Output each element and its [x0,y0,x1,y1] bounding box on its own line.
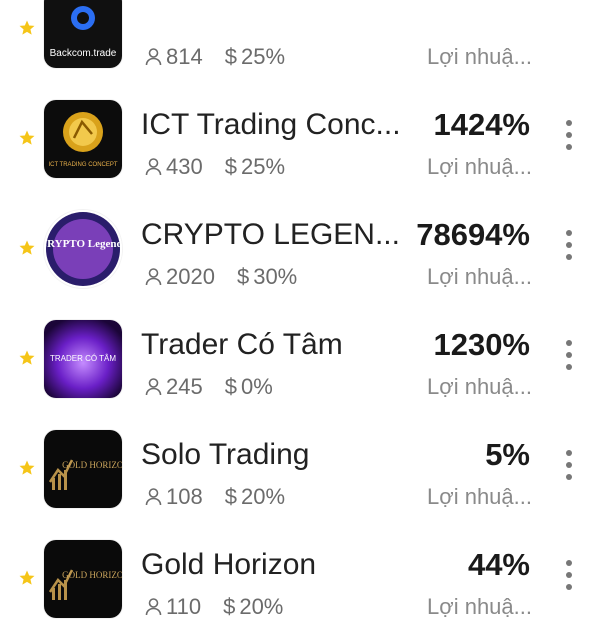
dollar-icon: $ [223,594,236,619]
profit-label: Lợi nhuậ... [427,594,532,619]
star-icon[interactable] [18,569,36,587]
profit-percent: 44% [467,547,530,582]
trader-name[interactable]: Gold Horizon [141,547,411,583]
star-icon[interactable] [18,19,36,37]
fee-percent: 30% [253,264,298,289]
stats: 245 $ 0% [145,374,273,400]
person-icon [145,48,162,66]
list-item[interactable]: ICT TRADING CONCEPT ICT Trading Conc... … [0,70,600,180]
profit-label: Lợi nhuậ... [427,374,532,399]
star-icon[interactable] [18,459,36,477]
stats: 110 $ 20% [145,594,283,620]
fee-percent: 0% [240,374,273,399]
list-item[interactable]: GOLD HORIZON Gold Horizon 44% 110 $ 20% … [0,510,600,620]
profit-label: Lợi nhuậ... [427,44,532,69]
avatar[interactable]: TRADER CÓ TÂM [44,320,122,398]
list-item[interactable]: CRYPTO Legends CRYPTO LEGEN... 78694% 20… [0,180,600,290]
follower-count: 245 [166,374,203,399]
avatar-text: TRADER CÓ TÂM [50,354,116,363]
profit-percent: 1424% [433,107,530,142]
person-icon [145,158,162,176]
avatar[interactable]: CRYPTO Legends [44,210,122,288]
dollar-icon: $ [224,44,237,69]
profit-label: Lợi nhuậ... [427,484,532,509]
dollar-icon: $ [224,484,237,509]
stats: 2020 $ 30% [145,264,297,290]
fee-percent: 20% [239,594,284,619]
follower-count: 108 [166,484,203,509]
person-icon [145,598,162,616]
trader-name[interactable]: ICT Trading Conc... [141,107,411,143]
avatar-text: ICT TRADING CONCEPT [48,162,117,168]
dollar-icon: $ [224,154,237,179]
list-item[interactable]: Backcom.trade 814 $ 25% Lợi nhuậ... [0,0,600,70]
avatar-text: GOLD HORIZON [62,460,122,470]
star-icon[interactable] [18,239,36,257]
trader-list: Backcom.trade 814 $ 25% Lợi nhuậ... ICT … [0,0,600,620]
avatar[interactable]: Backcom.trade [44,0,122,68]
profit-percent: 1230% [433,327,530,362]
profit-percent: 78694% [416,217,530,252]
star-icon[interactable] [18,129,36,147]
dollar-icon: $ [224,374,237,399]
follower-count: 814 [166,44,203,69]
more-options-icon[interactable] [564,560,574,590]
avatar[interactable]: GOLD HORIZON [44,540,122,618]
more-options-icon[interactable] [564,450,574,480]
person-icon [145,488,162,506]
stats: 430 $ 25% [145,154,285,180]
more-options-icon[interactable] [564,340,574,370]
person-icon [145,378,162,396]
trader-name[interactable]: Solo Trading [141,437,411,473]
trader-name[interactable]: Trader Có Tâm [141,327,411,363]
avatar-text: CRYPTO Legends [44,238,122,250]
more-options-icon[interactable] [564,120,574,150]
profit-label: Lợi nhuậ... [427,154,532,179]
list-item[interactable]: GOLD HORIZON Solo Trading 5% 108 $ 20% L… [0,400,600,510]
list-item[interactable]: TRADER CÓ TÂM Trader Có Tâm 1230% 245 $ … [0,290,600,400]
dollar-icon: $ [236,264,250,289]
trader-name[interactable]: CRYPTO LEGEN... [141,217,411,253]
stats: 108 $ 20% [145,484,285,510]
star-icon[interactable] [18,349,36,367]
profit-percent: 5% [485,437,530,472]
fee-percent: 20% [240,484,286,509]
person-icon [145,268,162,286]
profit-label: Lợi nhuậ... [427,264,532,289]
avatar-text: GOLD HORIZON [62,570,122,580]
avatar[interactable]: GOLD HORIZON [44,430,122,508]
follower-count: 2020 [166,264,215,289]
fee-percent: 25% [240,44,286,69]
avatar-text: Backcom.trade [50,48,117,59]
avatar[interactable]: ICT TRADING CONCEPT [44,100,122,178]
more-options-icon[interactable] [564,230,574,260]
follower-count: 430 [166,154,203,179]
fee-percent: 25% [240,154,286,179]
stats: 814 $ 25% [145,44,285,70]
follower-count: 110 [166,594,202,619]
